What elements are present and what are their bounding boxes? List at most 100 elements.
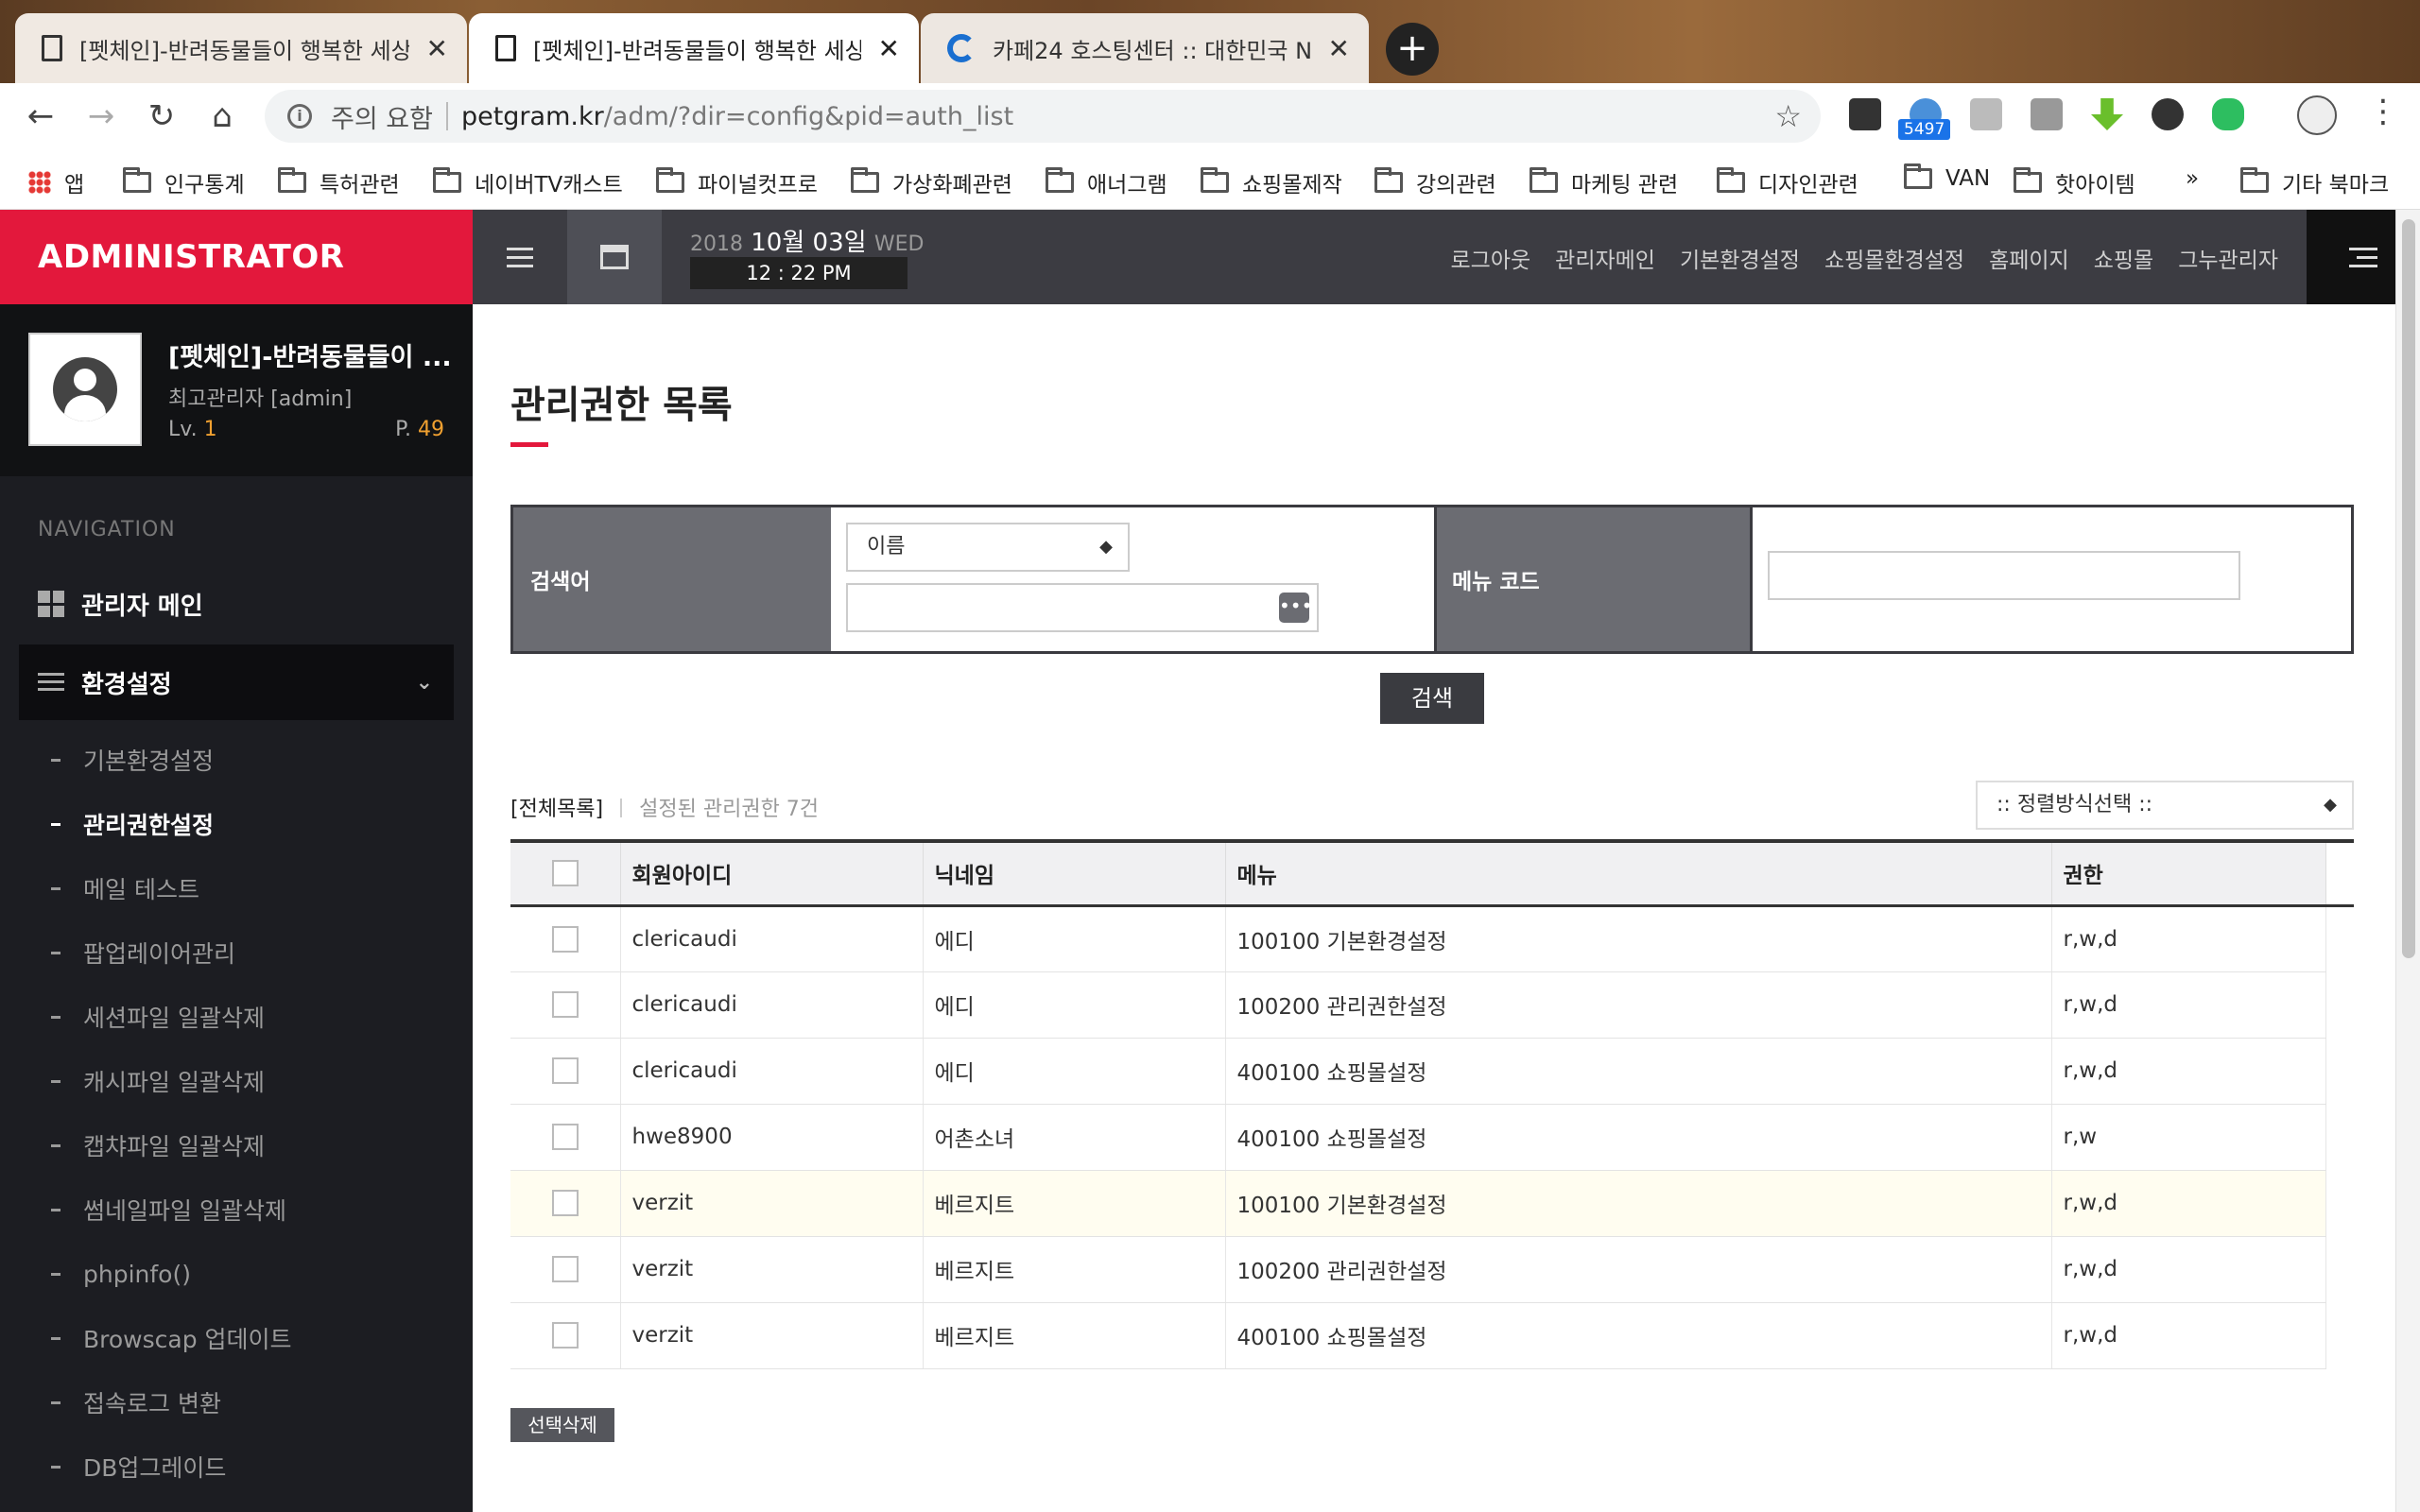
- select-arrows-icon: ◆: [2324, 795, 2337, 815]
- link-homepage[interactable]: 홈페이지: [1989, 242, 2069, 274]
- member-id-cell: clericaudi: [620, 905, 924, 972]
- bookmark-folder[interactable]: 디자인관련: [1717, 166, 1858, 198]
- sidebar-item-settings[interactable]: 환경설정 ⌄: [19, 644, 454, 720]
- link-admin-main[interactable]: 관리자메인: [1555, 242, 1655, 274]
- keyword-input[interactable]: •••: [846, 583, 1319, 632]
- row-spacer: [2325, 1104, 2354, 1170]
- sidebar-subitem[interactable]: 기본환경설정: [19, 728, 454, 792]
- permission-cell: r,w,d: [2051, 1038, 2326, 1105]
- sidebar-subitem[interactable]: DB업그레이드: [19, 1435, 454, 1499]
- row-checkbox[interactable]: [551, 1256, 579, 1282]
- bookmarks-overflow[interactable]: »: [2186, 166, 2199, 191]
- back-icon[interactable]: ←: [19, 94, 62, 138]
- sidebar-subitem[interactable]: 세션파일 일괄삭제: [19, 985, 454, 1049]
- folder-icon: [278, 167, 306, 193]
- dash-icon: [51, 951, 60, 954]
- bookmark-apps[interactable]: 앱: [28, 166, 84, 198]
- brand-logo[interactable]: ADMINISTRATOR: [0, 210, 473, 304]
- all-list-link[interactable]: [전체목록]: [510, 798, 603, 821]
- sidebar-item-admin-main[interactable]: 관리자 메인: [38, 571, 454, 637]
- sidebar-subitem[interactable]: 팝업레이어관리: [19, 920, 454, 985]
- address-bar[interactable]: i 주의 요함 petgram.kr/adm/?dir=config&pid=a…: [265, 90, 1821, 143]
- link-shop-settings[interactable]: 쇼핑몰환경설정: [1824, 242, 1964, 274]
- window-icon[interactable]: [567, 210, 662, 304]
- sidebar-subitem[interactable]: Browscap 업데이트: [19, 1306, 454, 1370]
- row-checkbox[interactable]: [551, 1190, 579, 1216]
- sidebar-subitem[interactable]: phpinfo(): [19, 1242, 454, 1306]
- folder-icon: [1201, 167, 1229, 193]
- row-checkbox[interactable]: [551, 991, 579, 1018]
- bookmark-folder[interactable]: 특허관련: [278, 166, 400, 198]
- divider: [445, 102, 448, 130]
- sort-select[interactable]: :: 정렬방식선택 :: ◆: [1976, 781, 2354, 830]
- row-checkbox[interactable]: [551, 1124, 579, 1150]
- sidebar-subitem[interactable]: 관리권한설정: [19, 792, 454, 856]
- row-checkbox[interactable]: [551, 1057, 579, 1084]
- close-icon[interactable]: ✕: [878, 33, 900, 64]
- browser-tab-3[interactable]: 카페24 호스팅센터 :: 대한민국 No.1 ✕: [921, 13, 1369, 83]
- extension-glasses-icon[interactable]: [2152, 98, 2184, 130]
- bookmark-folder[interactable]: 마케팅 관련: [1530, 166, 1678, 198]
- hamburger-menu-icon[interactable]: [473, 210, 567, 304]
- delete-selected-button[interactable]: 선택삭제: [510, 1408, 614, 1442]
- extension-dots-icon[interactable]: [1849, 98, 1881, 130]
- sidebar-subitem[interactable]: 캐시파일 일괄삭제: [19, 1049, 454, 1113]
- bookmark-folder[interactable]: 쇼핑몰제작: [1201, 166, 1342, 198]
- browser-tab-strip: [펫체인]-반려동물들이 행복한 세상 ✕ [펫체인]-반려동물들이 행복한 세…: [0, 0, 2420, 83]
- sidebar-subitem[interactable]: 캡챠파일 일괄삭제: [19, 1113, 454, 1177]
- bookmark-folder[interactable]: 핫아이템: [2014, 166, 2135, 198]
- extension-badge: 5497: [1898, 119, 1951, 140]
- close-icon[interactable]: ✕: [426, 33, 448, 64]
- search-type-select[interactable]: 이름 ◆: [846, 523, 1130, 572]
- reload-icon[interactable]: ↻: [140, 94, 183, 138]
- nav-heading: NAVIGATION: [38, 518, 176, 541]
- select-all-checkbox[interactable]: [551, 860, 579, 887]
- bookmark-folder[interactable]: VAN: [1904, 163, 1990, 191]
- admin-sidebar: ADMINISTRATOR [펫체인]-반려동물들이 ... 최고관리자 [ad…: [0, 210, 473, 1512]
- search-button[interactable]: 검색: [1380, 673, 1484, 724]
- bookmark-other-folder[interactable]: 기타 북마크: [2240, 166, 2389, 198]
- dash-icon: [51, 1336, 60, 1340]
- table-row: hwe8900 어촌소녀 400100 쇼핑몰설정 r,w: [510, 1104, 2354, 1171]
- link-logout[interactable]: 로그아웃: [1451, 242, 1531, 274]
- bookmark-folder[interactable]: 애너그램: [1046, 166, 1167, 198]
- menu-code-input[interactable]: [1768, 551, 2240, 600]
- extension-ex-icon[interactable]: [1970, 98, 2002, 130]
- current-time: 12 : 22 PM: [690, 257, 908, 289]
- scrollbar-thumb[interactable]: [2402, 219, 2415, 958]
- more-dots-icon[interactable]: •••: [1279, 593, 1312, 623]
- sidebar-subitem[interactable]: 썸네일파일 일괄삭제: [19, 1177, 454, 1242]
- bookmark-folder[interactable]: 강의관련: [1374, 166, 1496, 198]
- home-icon[interactable]: ⌂: [200, 94, 244, 138]
- close-icon[interactable]: ✕: [1328, 33, 1350, 64]
- evernote-icon[interactable]: [2212, 98, 2244, 130]
- new-tab-button[interactable]: +: [1386, 23, 1439, 76]
- bookmark-star-icon[interactable]: ☆: [1774, 98, 1802, 134]
- browser-menu-icon[interactable]: ⋮: [2367, 93, 2399, 130]
- link-shop[interactable]: 쇼핑몰: [2094, 242, 2153, 274]
- info-icon[interactable]: i: [287, 104, 312, 129]
- page-scrollbar[interactable]: [2395, 210, 2420, 1512]
- divider: [620, 799, 623, 817]
- bookmark-folder[interactable]: 인구통계: [123, 166, 245, 198]
- download-arrow-icon[interactable]: [2091, 98, 2123, 130]
- sidebar-subitem-label: 기본환경설정: [83, 747, 215, 775]
- profile-avatar-icon[interactable]: [2297, 95, 2337, 135]
- browser-tab-2[interactable]: [펫체인]-반려동물들이 행복한 세상 ✕: [469, 13, 919, 83]
- bookmark-folder[interactable]: 파이널컷프로: [656, 166, 818, 198]
- link-gnu-admin[interactable]: 그누관리자: [2178, 242, 2278, 274]
- url-path: /adm/?dir=config&pid=auth_list: [603, 101, 1014, 131]
- sidebar-subitem[interactable]: 메일 테스트: [19, 856, 454, 920]
- row-checkbox[interactable]: [551, 1322, 579, 1349]
- row-checkbox[interactable]: [551, 925, 579, 953]
- row-spacer: [2325, 1170, 2354, 1236]
- forward-icon[interactable]: →: [79, 94, 123, 138]
- link-basic-settings[interactable]: 기본환경설정: [1680, 242, 1800, 274]
- browser-tab-1[interactable]: [펫체인]-반려동물들이 행복한 세상 ✕: [15, 13, 467, 83]
- bookmark-folder[interactable]: 네이버TV캐스트: [433, 166, 623, 198]
- member-id-cell: hwe8900: [620, 1104, 924, 1171]
- col-member-id: 회원아이디: [620, 839, 924, 907]
- sidebar-subitem[interactable]: 접속로그 변환: [19, 1370, 454, 1435]
- bookmark-folder[interactable]: 가상화폐관련: [851, 166, 1012, 198]
- extension-t-icon[interactable]: [2031, 98, 2063, 130]
